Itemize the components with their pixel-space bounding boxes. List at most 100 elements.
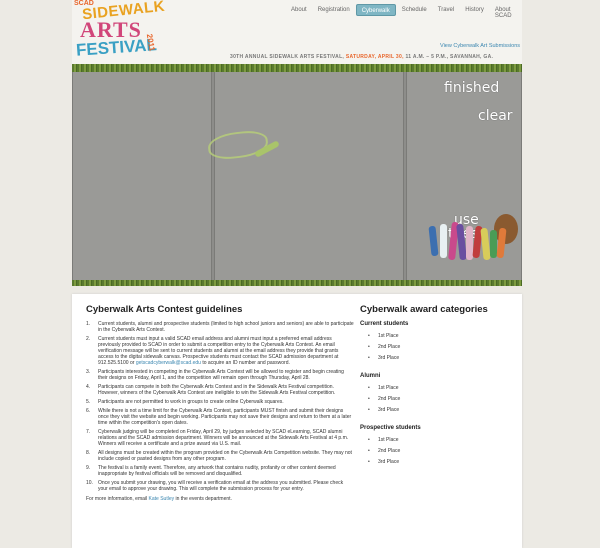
award-place-item[interactable]: • 1st Place: [368, 333, 510, 339]
guideline-number: 9.: [86, 465, 91, 471]
bullet-icon: •: [368, 333, 370, 339]
guidelines-list: 1. Current students, alumni and prospecti…: [86, 321, 354, 492]
awards-section: Cyberwalk award categories Current stude…: [360, 304, 510, 470]
bullet-icon: •: [368, 459, 370, 465]
view-submissions-link[interactable]: View Cyberwalk Art Submissions: [440, 43, 520, 49]
more-info-line: For more information, email Kate Sutley …: [86, 496, 354, 502]
bullet-icon: •: [368, 448, 370, 454]
bullet-icon: •: [368, 344, 370, 350]
award-place-label: 3rd Place: [378, 355, 400, 361]
nav-cyberwalk[interactable]: Cyberwalk: [355, 4, 396, 16]
chalk-stick[interactable]: [440, 224, 447, 258]
guideline-body: Participants are not permitted to work i…: [98, 399, 284, 405]
clear-button[interactable]: clear: [478, 108, 513, 124]
guideline-body-continued: to acquire an ID number and password.: [202, 360, 290, 366]
guideline-text: Current students must input a valid SCAD…: [98, 336, 354, 366]
award-place-item[interactable]: • 2nd Place: [368, 344, 510, 350]
guideline-number: 4.: [86, 384, 91, 390]
grass-edge-top: [72, 64, 522, 72]
more-info-prefix: For more information, email: [86, 496, 148, 502]
guideline-item: 9. The festival is a family event. Theref…: [86, 465, 354, 477]
guideline-text: Current students, alumni and prospective…: [98, 321, 354, 333]
award-place-label: 2nd Place: [378, 396, 401, 402]
guideline-item: 10. Once you submit your drawing, you wil…: [86, 480, 354, 492]
guideline-body: Participants interested in competing in …: [98, 369, 344, 381]
guideline-body: Cyberwalk judging will be completed on F…: [98, 429, 349, 447]
award-place-label: 2nd Place: [378, 344, 401, 350]
guideline-number: 7.: [86, 429, 91, 435]
award-place-label: 3rd Place: [378, 407, 400, 413]
guideline-text: Participants can compete in both the Cyb…: [98, 384, 354, 396]
award-place-label: 1st Place: [378, 385, 399, 391]
guideline-item: 8. All designs must be created within the…: [86, 450, 354, 462]
finished-button[interactable]: finished: [444, 80, 499, 96]
guideline-number: 3.: [86, 369, 91, 375]
nav-travel[interactable]: Travel: [433, 4, 459, 16]
award-place-label: 3rd Place: [378, 459, 400, 465]
award-place-item[interactable]: • 2nd Place: [368, 448, 510, 454]
awards-title: Cyberwalk award categories: [360, 304, 488, 315]
guideline-body: Current students, alumni and prospective…: [98, 321, 354, 333]
award-place-item[interactable]: • 1st Place: [368, 437, 510, 443]
festival-time-place: 11 A.M. – 5 P.M., SAVANNAH, GA.: [405, 54, 494, 60]
guideline-text: Cyberwalk judging will be completed on F…: [98, 429, 354, 447]
main-nav: About Registration Cyberwalk Schedule Tr…: [286, 4, 522, 19]
award-place-item[interactable]: • 2nd Place: [368, 396, 510, 402]
nav-schedule[interactable]: Schedule: [397, 4, 432, 16]
admission-email-link[interactable]: getscadcyberwalk@scad.edu: [136, 360, 201, 366]
grass-edge-bottom: [72, 280, 522, 286]
guideline-item: 3. Participants interested in competing i…: [86, 369, 354, 381]
bullet-icon: •: [368, 355, 370, 361]
guidelines-title: Cyberwalk Arts Contest guidelines: [86, 304, 243, 315]
contact-kate-sutley-link[interactable]: Kate Sutley: [149, 496, 175, 502]
guideline-body: The festival is a family event. Therefor…: [98, 465, 336, 477]
guideline-item: 1. Current students, alumni and prospecti…: [86, 321, 354, 333]
guideline-body: Once you submit your drawing, you will r…: [98, 480, 344, 492]
guideline-text: The festival is a family event. Therefor…: [98, 465, 354, 477]
award-place-item[interactable]: • 3rd Place: [368, 355, 510, 361]
bullet-icon: •: [368, 407, 370, 413]
guideline-item: 7. Cyberwalk judging will be completed on…: [86, 429, 354, 447]
site-header: SCAD SIDEWALK ARTS FESTIVAL 2011 About R…: [72, 0, 522, 64]
guideline-text: Once you submit your drawing, you will r…: [98, 480, 354, 492]
guidelines-section: Cyberwalk Arts Contest guidelines 1. Curr…: [86, 304, 354, 502]
award-place-item[interactable]: • 1st Place: [368, 385, 510, 391]
guideline-text: Participants interested in competing in …: [98, 369, 354, 381]
guideline-number: 1.: [86, 321, 91, 327]
guideline-item: 4. Participants can compete in both the C…: [86, 384, 354, 396]
festival-name: 30TH ANNUAL SIDEWALK ARTS FESTIVAL,: [230, 54, 345, 60]
guideline-text: Participants are not permitted to work i…: [98, 399, 284, 405]
guideline-body: While there is not a time limit for the …: [98, 408, 352, 426]
nav-history[interactable]: History: [460, 4, 489, 16]
guideline-number: 6.: [86, 408, 91, 414]
guideline-body: Participants can compete in both the Cyb…: [98, 384, 336, 396]
award-place-label: 2nd Place: [378, 448, 401, 454]
nav-about-scad[interactable]: About SCAD: [490, 4, 521, 19]
sidewalk-canvas-hero[interactable]: finished clear use these: [72, 64, 522, 286]
festival-info-line: 30TH ANNUAL SIDEWALK ARTS FESTIVAL, SATU…: [230, 54, 522, 63]
award-place-label: 1st Place: [378, 437, 399, 443]
guideline-number: 5.: [86, 399, 91, 405]
more-info-suffix: in the events department.: [175, 496, 232, 502]
guideline-number: 8.: [86, 450, 91, 456]
bullet-icon: •: [368, 396, 370, 402]
bullet-icon: •: [368, 385, 370, 391]
main-content: Cyberwalk Arts Contest guidelines 1. Curr…: [72, 294, 522, 548]
sidewalk-slab: [214, 70, 404, 282]
award-place-item[interactable]: • 3rd Place: [368, 407, 510, 413]
guideline-number: 10.: [86, 480, 93, 486]
festival-logo[interactable]: SCAD SIDEWALK ARTS FESTIVAL 2011: [72, 0, 166, 62]
guideline-body: All designs must be created within the p…: [98, 450, 352, 462]
guideline-text: All designs must be created within the p…: [98, 450, 354, 462]
festival-date: SATURDAY, APRIL 30,: [345, 54, 404, 60]
nav-registration[interactable]: Registration: [313, 4, 355, 16]
guideline-item: 2. Current students must input a valid SC…: [86, 336, 354, 366]
award-place-item[interactable]: • 3rd Place: [368, 459, 510, 465]
guideline-item: 5. Participants are not permitted to work…: [86, 399, 354, 405]
award-category-title: Alumni: [360, 373, 381, 379]
award-categories: Current students • 1st Place • 2nd Place • 3rd…: [360, 321, 510, 465]
guideline-item: 6. While there is not a time limit for th…: [86, 408, 354, 426]
guideline-number: 2.: [86, 336, 91, 342]
nav-about[interactable]: About: [286, 4, 312, 16]
guideline-text: While there is not a time limit for the …: [98, 408, 354, 426]
